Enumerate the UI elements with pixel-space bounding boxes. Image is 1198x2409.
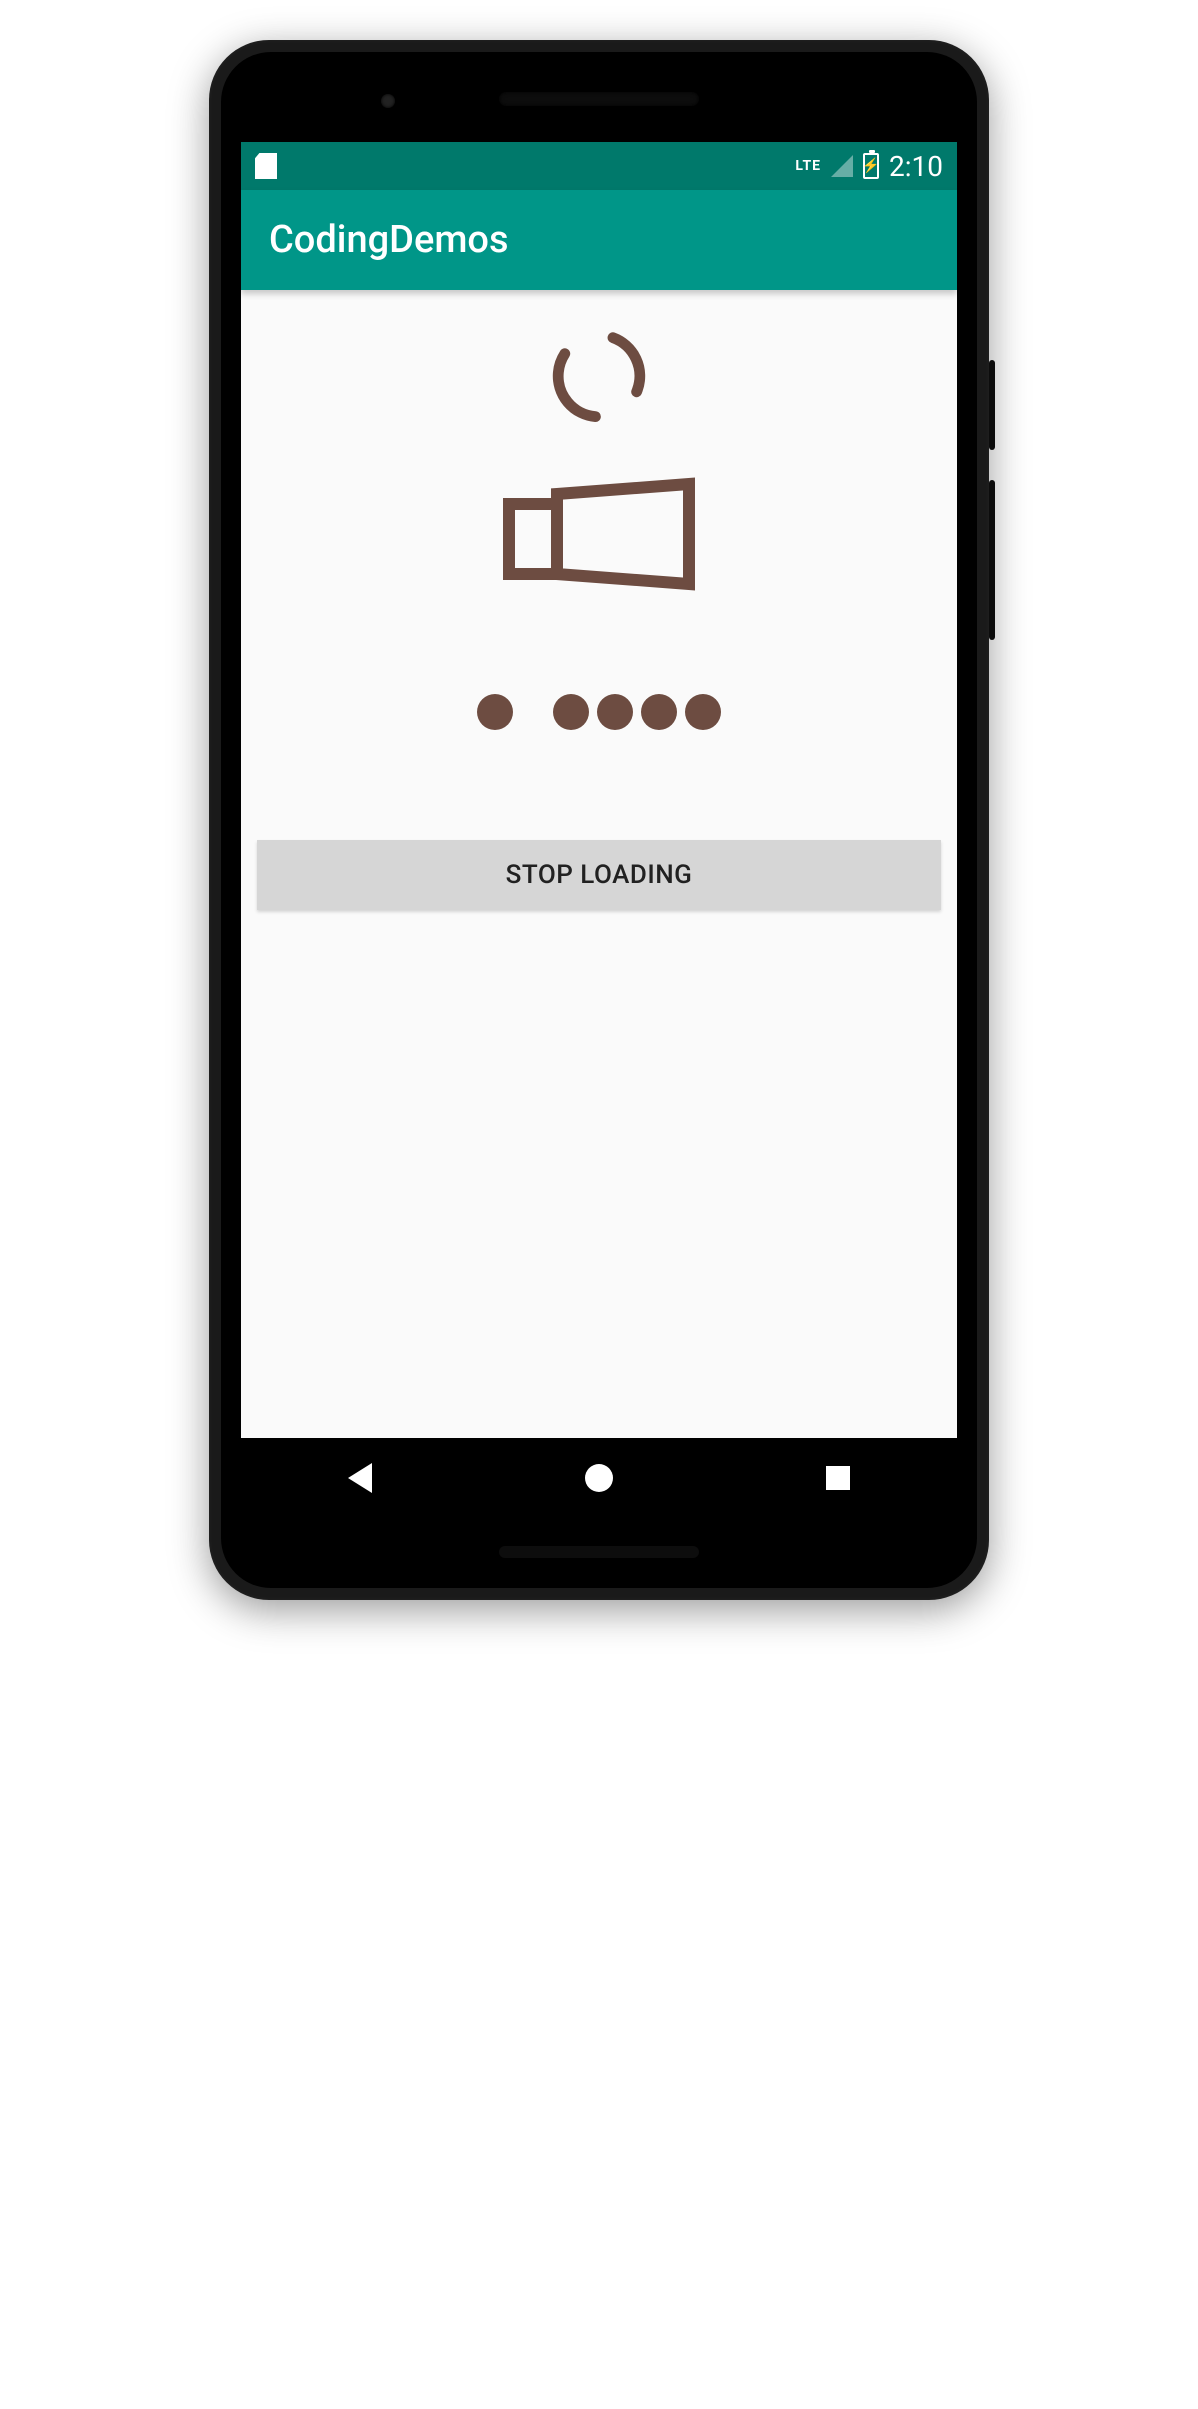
dot [641, 694, 677, 730]
navigation-bar [241, 1438, 957, 1518]
dot [553, 694, 589, 730]
circular-spinner-icon [539, 316, 659, 436]
battery-charging-icon: ⚡ [863, 153, 879, 179]
network-lte-label: LTE [795, 158, 821, 174]
signal-icon [831, 155, 853, 177]
status-left [255, 153, 277, 179]
app-title: CodingDemos [269, 218, 509, 262]
status-clock: 2:10 [889, 150, 943, 183]
device-inner: LTE ⚡ 2:10 CodingDemos [221, 52, 977, 1588]
dot [597, 694, 633, 730]
dot [685, 694, 721, 730]
megaphone-spinner-icon [479, 454, 719, 614]
nav-home-button[interactable] [579, 1458, 619, 1498]
status-right: LTE ⚡ 2:10 [795, 150, 943, 183]
dot [477, 694, 513, 730]
nav-back-button[interactable] [340, 1458, 380, 1498]
nav-recent-button[interactable] [818, 1458, 858, 1498]
status-bar: LTE ⚡ 2:10 [241, 142, 957, 190]
device-frame: LTE ⚡ 2:10 CodingDemos [209, 40, 989, 1600]
sd-card-icon [255, 153, 277, 179]
back-icon [348, 1463, 372, 1493]
device-side-button [989, 480, 995, 640]
device-camera [381, 94, 395, 108]
dots-spinner-icon [477, 694, 721, 730]
content-area: STOP LOADING [241, 290, 957, 1438]
device-side-button [989, 360, 995, 450]
device-speaker-top [499, 92, 699, 106]
device-speaker-bottom [499, 1546, 699, 1558]
app-bar: CodingDemos [241, 190, 957, 290]
screen: LTE ⚡ 2:10 CodingDemos [241, 142, 957, 1518]
recent-apps-icon [826, 1466, 850, 1490]
stop-loading-button[interactable]: STOP LOADING [257, 840, 941, 910]
home-icon [585, 1464, 613, 1492]
